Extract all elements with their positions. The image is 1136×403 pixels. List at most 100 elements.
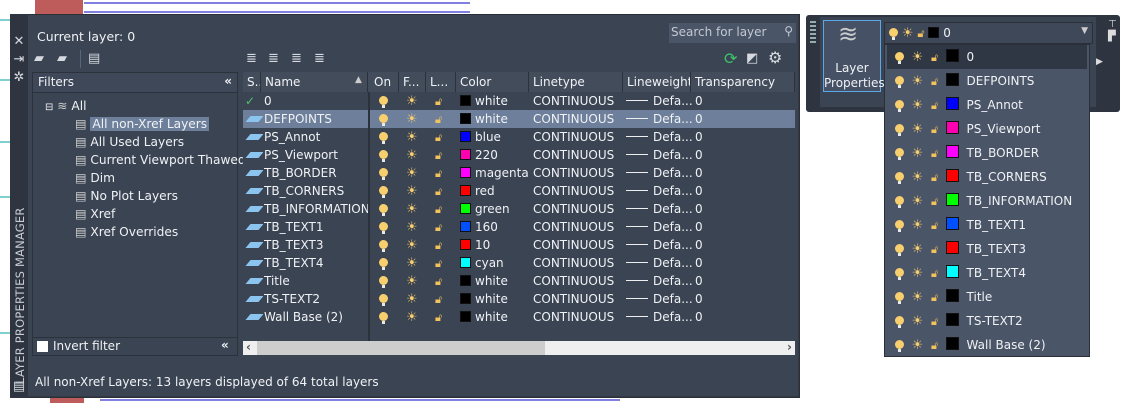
lineweight-cell[interactable]: Defa... [626,146,692,164]
column-header[interactable]: On [370,72,399,92]
unlock-icon[interactable]: 🔓︎ [931,315,938,328]
lineweight-cell[interactable]: Defa... [626,290,692,308]
bulb-icon[interactable] [895,76,904,88]
lineweight-cell[interactable]: Defa... [626,254,692,272]
transparency-cell[interactable]: 0 [695,290,785,308]
sun-icon[interactable]: ☀ [912,338,924,353]
new-layer-vp-frozen-icon[interactable]: ≣ [268,51,279,66]
unlock-icon[interactable]: 🔓︎ [931,291,938,304]
lineweight-cell[interactable]: Defa... [626,272,692,290]
linetype-cell[interactable]: CONTINUOUS [533,200,623,218]
lineweight-cell[interactable]: Defa... [626,182,692,200]
column-header[interactable]: Name [261,72,368,92]
sun-icon[interactable]: ☀ [912,266,924,281]
column-header[interactable]: Color [456,72,529,92]
properties-icon[interactable]: ✲ [12,70,26,85]
lineweight-cell[interactable]: Defa... [626,308,692,326]
layer-row[interactable]: TB_BORDER ☀ 🔓︎ magenta CONTINUOUS Defa... 0 [243,164,795,182]
color-cell[interactable]: magenta [460,164,530,182]
linetype-cell[interactable]: CONTINUOUS [533,236,623,254]
lock-toggle[interactable]: 🔓︎ [435,308,455,326]
layer-row[interactable]: TB_TEXT3 ☀ 🔓︎ 10 CONTINUOUS Defa... 0 [243,236,795,254]
bulb-icon[interactable] [895,100,904,112]
dropdown-layer-item[interactable]: ☀ 🔓︎ Wall Base (2) [887,333,1087,357]
dropdown-layer-item[interactable]: ☀ 🔓︎ TS-TEXT2 [887,309,1087,333]
linetype-cell[interactable]: CONTINUOUS [533,92,623,110]
unlock-icon[interactable]: 🔓︎ [931,243,938,256]
sun-icon[interactable]: ☀ [912,290,924,305]
new-property-filter-icon[interactable]: ▰ [34,51,44,66]
color-cell[interactable]: white [460,272,530,290]
invert-filter-checkbox[interactable] [37,341,48,352]
linetype-cell[interactable]: CONTINUOUS [533,182,623,200]
layer-display-icon[interactable]: ◩ [746,51,758,66]
bulb-icon[interactable] [895,196,904,208]
on-toggle[interactable] [379,236,399,254]
bulb-icon[interactable] [895,268,904,280]
on-toggle[interactable] [379,128,399,146]
unlock-icon[interactable]: 🔓︎ [931,51,938,64]
lock-toggle[interactable]: 🔓︎ [435,272,455,290]
scroll-right-icon[interactable]: › [787,340,792,354]
delete-layer-icon[interactable]: ≣ [291,51,302,66]
freeze-toggle[interactable]: ☀ [406,290,426,308]
on-toggle[interactable] [379,146,399,164]
lock-toggle[interactable]: 🔓︎ [435,164,455,182]
transparency-cell[interactable]: 0 [695,182,785,200]
set-current-icon[interactable]: ≣ [314,51,325,66]
linetype-cell[interactable]: CONTINUOUS [533,110,623,128]
on-toggle[interactable] [379,110,399,128]
transparency-cell[interactable]: 0 [695,254,785,272]
column-header[interactable]: L... [426,72,456,92]
column-header[interactable]: Transparency [691,72,795,92]
transparency-cell[interactable]: 0 [695,308,785,326]
freeze-toggle[interactable]: ☀ [406,182,426,200]
layer-row[interactable]: TB_TEXT1 ☀ 🔓︎ 160 CONTINUOUS Defa... 0 [243,218,795,236]
linetype-cell[interactable]: CONTINUOUS [533,164,623,182]
layer-row[interactable]: TS-TEXT2 ☀ 🔓︎ white CONTINUOUS Defa... 0 [243,290,795,308]
color-cell[interactable]: blue [460,128,530,146]
layer-row[interactable]: PS_Annot ☀ 🔓︎ blue CONTINUOUS Defa... 0 [243,128,795,146]
transparency-cell[interactable]: 0 [695,92,785,110]
scroll-left-icon[interactable]: ‹ [246,340,251,354]
lock-toggle[interactable]: 🔓︎ [435,290,455,308]
transparency-cell[interactable]: 0 [695,236,785,254]
column-header[interactable]: Linetype [529,72,623,92]
settings-gear-icon[interactable]: ⚙ [768,48,782,67]
palette-title-strip[interactable]: ✕ ⇥ ✲ LAYER PROPERTIES MANAGER ▤ [10,14,28,398]
lineweight-cell[interactable]: Defa... [626,128,692,146]
layer-row[interactable]: Wall Base (2) ☀ 🔓︎ white CONTINUOUS Defa... 0 [243,308,795,326]
lock-toggle[interactable]: 🔓︎ [435,146,455,164]
color-cell[interactable]: green [460,200,530,218]
lineweight-cell[interactable]: Defa... [626,236,692,254]
column-header[interactable]: Lineweight [623,72,691,92]
transparency-cell[interactable]: 0 [695,272,785,290]
collapse-box-icon[interactable]: ⊟ [45,102,53,113]
dropdown-layer-item[interactable]: ☀ 🔓︎ PS_Annot [887,93,1087,117]
unlock-icon[interactable]: 🔓︎ [931,99,938,112]
on-toggle[interactable] [379,200,399,218]
color-cell[interactable]: 160 [460,218,530,236]
on-toggle[interactable] [379,92,399,110]
freeze-toggle[interactable]: ☀ [406,110,426,128]
layer-row[interactable]: Title ☀ 🔓︎ white CONTINUOUS Defa... 0 [243,272,795,290]
bulb-icon[interactable] [895,52,904,64]
bulb-icon[interactable] [895,172,904,184]
freeze-toggle[interactable]: ☀ [406,272,426,290]
linetype-cell[interactable]: CONTINUOUS [533,146,623,164]
filter-tree-item[interactable]: ▤ All Used Layers [75,135,184,149]
filter-tree-item[interactable]: ▤ Xref Overrides [75,225,178,239]
search-layer-input[interactable]: Search for layer ⚲ [669,23,796,43]
close-icon[interactable]: ✕ [12,34,26,49]
column-header[interactable]: F... [399,72,426,92]
layer-row[interactable]: DEFPOINTS ☀ 🔓︎ white CONTINUOUS Defa... 0 [243,110,795,128]
lineweight-cell[interactable]: Defa... [626,200,692,218]
transparency-cell[interactable]: 0 [695,110,785,128]
new-layer-icon[interactable]: ≣ [246,51,257,66]
lock-toggle[interactable]: 🔓︎ [435,182,455,200]
color-cell[interactable]: white [460,290,530,308]
horizontal-scrollbar[interactable]: ‹ › [243,340,795,355]
sun-icon[interactable]: ☀ [912,122,924,137]
layer-row[interactable]: PS_Viewport ☀ 🔓︎ 220 CONTINUOUS Defa... 0 [243,146,795,164]
sun-icon[interactable]: ☀ [912,74,924,89]
